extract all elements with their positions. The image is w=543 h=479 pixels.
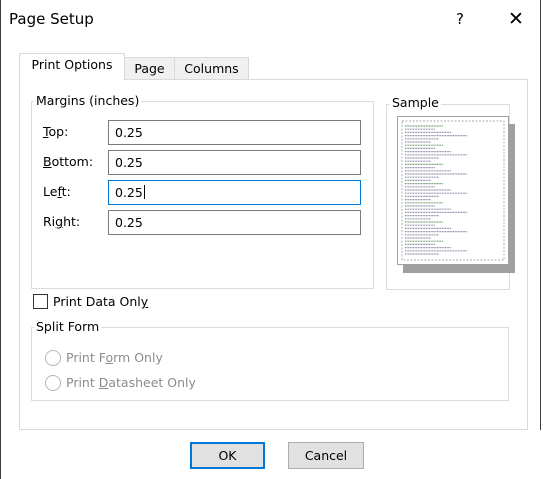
page-setup-dialog: Page Setup ? ✕ Print Options Page Column… (0, 0, 542, 479)
cancel-button[interactable]: Cancel (288, 442, 364, 469)
close-button[interactable]: ✕ (499, 6, 533, 32)
bottom-margin-label: Bottom: (43, 154, 94, 169)
print-form-only-label[interactable]: Print Form Only (66, 350, 163, 365)
sample-page-text-lines (401, 120, 505, 261)
print-data-only-label[interactable]: Print Data Only (53, 294, 148, 309)
bottom-margin-input[interactable]: 0.25 (108, 150, 361, 175)
ok-button[interactable]: OK (190, 442, 265, 469)
tab-print-options[interactable]: Print Options (19, 53, 125, 80)
text-caret (143, 185, 145, 199)
right-margin-label: Right: (43, 214, 81, 229)
sample-page-preview (397, 116, 509, 265)
top-margin-label: Top: (43, 124, 69, 139)
dialog-button-bar: OK Cancel (1, 430, 542, 479)
print-datasheet-only-label[interactable]: Print Datasheet Only (66, 375, 196, 390)
left-margin-input[interactable]: 0.25 (108, 180, 361, 205)
close-icon: ✕ (508, 8, 524, 30)
right-margin-input[interactable]: 0.25 (108, 210, 361, 235)
print-datasheet-only-radio[interactable] (45, 375, 61, 391)
left-margin-label: Left: (43, 184, 71, 199)
print-data-only-checkbox[interactable] (33, 294, 48, 309)
split-form-group-label: Split Form (34, 319, 102, 334)
tab-page[interactable]: Page (124, 57, 175, 81)
margins-group-label: Margins (inches) (34, 93, 142, 108)
sample-group-label: Sample (390, 95, 441, 110)
tab-columns[interactable]: Columns (174, 57, 249, 81)
help-button[interactable]: ? (445, 6, 475, 32)
top-margin-input[interactable]: 0.25 (108, 120, 361, 145)
print-form-only-radio[interactable] (45, 350, 61, 366)
dialog-title: Page Setup (9, 10, 94, 28)
